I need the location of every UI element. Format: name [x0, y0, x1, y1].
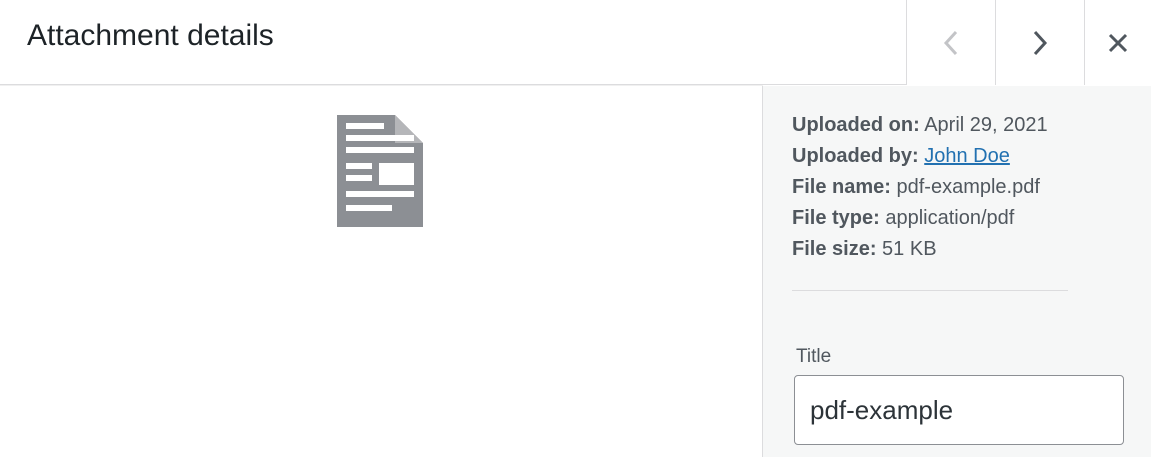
- close-button[interactable]: [1084, 0, 1151, 85]
- chevron-right-icon: [1033, 30, 1048, 55]
- uploaded-on-label: Uploaded on:: [792, 114, 920, 136]
- previous-button[interactable]: [906, 0, 995, 85]
- modal-title: Attachment details: [27, 19, 274, 52]
- uploaded-on-value: April 29, 2021: [924, 114, 1048, 136]
- uploaded-by-row: Uploaded by: John Doe: [792, 141, 1072, 172]
- file-type-label: File type:: [792, 207, 880, 229]
- uploaded-by-link[interactable]: John Doe: [924, 145, 1010, 167]
- file-size-value: 51 KB: [882, 238, 937, 260]
- file-name-label: File name:: [792, 176, 891, 198]
- file-name-row: File name: pdf-example.pdf: [792, 172, 1072, 203]
- close-icon: [1108, 33, 1128, 52]
- document-icon: [337, 115, 423, 227]
- title-field-label: Title: [796, 346, 832, 367]
- details-divider: [792, 290, 1068, 291]
- file-name-value: pdf-example.pdf: [896, 176, 1040, 198]
- attachment-details-modal: Attachment details Uploaded on: April 29…: [0, 0, 1151, 457]
- attachment-info-sidebar: Uploaded on: April 29, 2021 Uploaded by:…: [762, 86, 1151, 457]
- modal-header: Attachment details: [0, 0, 1151, 85]
- file-type-row: File type: application/pdf: [792, 203, 1072, 234]
- uploaded-by-label: Uploaded by:: [792, 145, 919, 167]
- chevron-left-icon: [943, 30, 958, 55]
- uploaded-on-row: Uploaded on: April 29, 2021: [792, 110, 1072, 141]
- next-button[interactable]: [995, 0, 1084, 85]
- file-details: Uploaded on: April 29, 2021 Uploaded by:…: [792, 110, 1072, 265]
- file-type-value: application/pdf: [885, 207, 1015, 229]
- attachment-preview: [0, 86, 762, 457]
- title-input[interactable]: [794, 375, 1124, 445]
- file-size-label: File size:: [792, 238, 877, 260]
- file-size-row: File size: 51 KB: [792, 234, 1072, 265]
